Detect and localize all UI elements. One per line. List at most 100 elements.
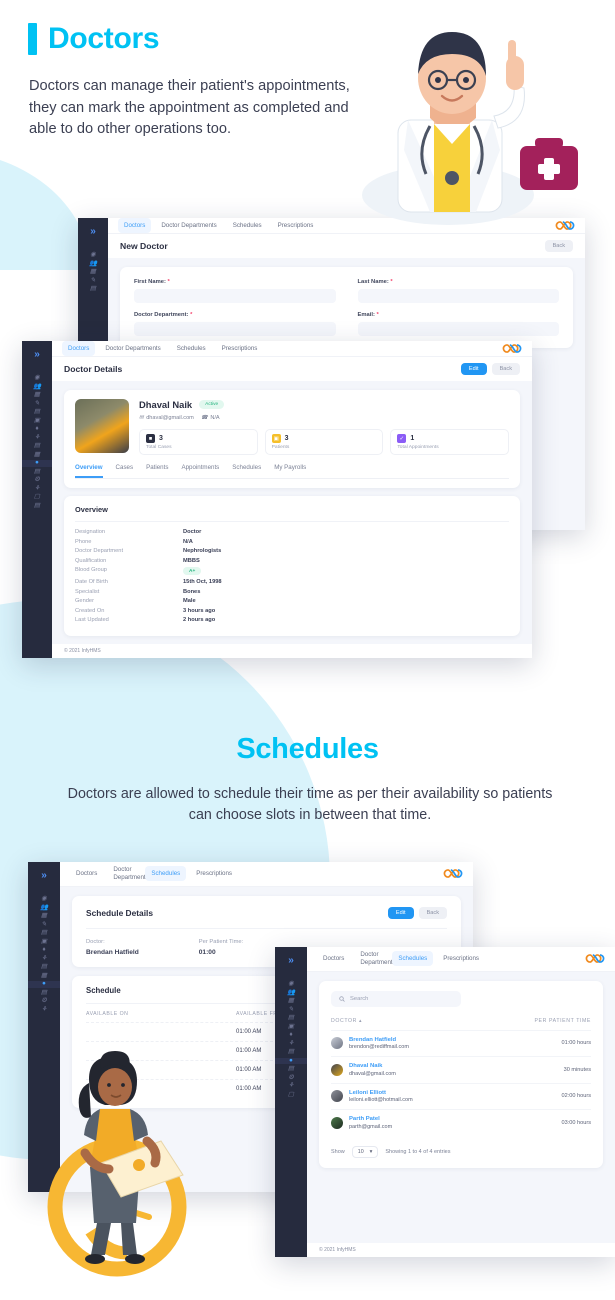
sidebar-item-stethoscope[interactable]: ⚘ [22, 434, 52, 442]
sidebar-item-pencil[interactable]: ✎ [78, 277, 108, 285]
sidebar-item-dashboard[interactable]: ◉ [28, 895, 60, 903]
tab-prescriptions[interactable]: Prescriptions [272, 218, 320, 233]
input-doctor-department[interactable] [134, 322, 336, 336]
sidebar-item-clipboard[interactable]: ▦ [22, 391, 52, 399]
overview-row: Created On 3 hours ago [75, 607, 216, 614]
tab-cases[interactable]: Cases [116, 464, 134, 478]
tab-prescriptions[interactable]: Prescriptions [190, 866, 238, 881]
edit-button[interactable]: Edit [387, 906, 414, 919]
sidebar-item-users[interactable]: 👥 [78, 260, 108, 268]
sidebar-item-document[interactable]: ▤ [28, 929, 60, 937]
sidebar-item-pencil[interactable]: ✎ [28, 921, 60, 929]
tab-doctor-departments[interactable]: Doctor Departments [107, 862, 148, 886]
input-last-name[interactable] [357, 289, 559, 303]
input-email[interactable] [357, 322, 559, 336]
tab-schedules[interactable]: Schedules [145, 866, 187, 882]
list-item[interactable]: Leiloni Elliott leiloni.elliott@hotmail.… [331, 1082, 591, 1110]
tab-schedules[interactable]: Schedules [171, 341, 212, 356]
tab-schedules[interactable]: Schedules [392, 951, 434, 967]
per-patient-time: 01:00 hours [561, 1040, 591, 1047]
list-item[interactable]: Parth Patel parth@gmail.com 03:00 hours [331, 1109, 591, 1136]
doctor-name[interactable]: Parth Patel [349, 1116, 392, 1122]
sidebar-item-clipboard[interactable]: ▦ [275, 997, 307, 1005]
sidebar-item-dashboard[interactable]: ◉ [78, 251, 108, 259]
sidebar-item-drop[interactable]: ♦ [275, 1031, 307, 1039]
sidebar-item-report[interactable]: ▤ [275, 1065, 307, 1073]
tab-doctor-departments[interactable]: Doctor Departments [354, 947, 395, 971]
sidebar-item-drop[interactable]: ♦ [22, 425, 52, 433]
tab-prescriptions[interactable]: Prescriptions [437, 951, 485, 966]
input-first-name[interactable] [134, 289, 336, 303]
col-doctor[interactable]: DOCTOR ▴ [331, 1018, 535, 1024]
sidebar-item-building[interactable]: ▦ [28, 972, 60, 980]
sidebar-item-document[interactable]: ▤ [78, 285, 108, 293]
tab-doctors[interactable]: Doctors [70, 866, 103, 881]
sidebar-item-report[interactable]: ▤ [28, 989, 60, 997]
sidebar-item-users[interactable]: 👥 [28, 904, 60, 912]
tab-patients[interactable]: Patients [146, 464, 168, 478]
tab-prescriptions[interactable]: Prescriptions [216, 341, 264, 356]
sidebar-item-staff[interactable]: ⚘ [22, 485, 52, 493]
entries-per-page-select[interactable]: 10 ▾ [351, 1145, 379, 1158]
sidebar-item-calendar[interactable]: ▣ [22, 417, 52, 425]
sidebar-item-nurse[interactable]: ⚙ [275, 1074, 307, 1082]
sidebar-item-calendar[interactable]: ▣ [28, 938, 60, 946]
sidebar-item-drop[interactable]: ♦ [28, 946, 60, 954]
sidebar-item-invoice[interactable]: ▢ [22, 493, 52, 501]
schedule-doctor-field: Doctor: Brendan Hatfield [86, 938, 139, 956]
doctor-name[interactable]: Dhaval Naik [349, 1063, 396, 1069]
tab-doctors[interactable]: Doctors [317, 951, 350, 966]
tab-my-payrolls[interactable]: My Payrolls [274, 464, 306, 478]
sidebar-item-file[interactable]: ▤ [275, 1048, 307, 1056]
tab-doctors[interactable]: Doctors [62, 341, 96, 356]
sidebar-item-nurse[interactable]: ⚙ [28, 997, 60, 1005]
sidebar-item-stethoscope[interactable]: ⚘ [28, 955, 60, 963]
sidebar-item-users[interactable]: 👥 [275, 989, 307, 997]
sidebar-item-file[interactable]: ▤ [28, 963, 60, 971]
doctor-name[interactable]: Brendan Hatfield [349, 1037, 409, 1043]
sidebar-item-note[interactable]: ▤ [22, 502, 52, 510]
sidebar-item-dashboard[interactable]: ◉ [22, 374, 52, 382]
sidebar-item-clipboard[interactable]: ▦ [78, 268, 108, 276]
sidebar-item-doctor[interactable]: ● [22, 459, 52, 467]
sidebar-item-staff[interactable]: ⚘ [28, 1006, 60, 1014]
tab-doctor-departments[interactable]: Doctor Departments [99, 341, 166, 356]
sidebar-item-report[interactable]: ▤ [22, 468, 52, 476]
sidebar-item-dashboard[interactable]: ◉ [275, 980, 307, 988]
edit-button[interactable]: Edit [460, 363, 487, 375]
sidebar-item-pencil[interactable]: ✎ [22, 400, 52, 408]
sidebar-item-calendar[interactable]: ▣ [275, 1023, 307, 1031]
sidebar-item-doctor[interactable]: ● [275, 1057, 307, 1064]
search-input[interactable]: Search [331, 990, 461, 1007]
tab-doctors[interactable]: Doctors [118, 218, 152, 233]
sidebar-item-doctor[interactable]: ● [28, 980, 60, 988]
sidebar-item-pencil[interactable]: ✎ [275, 1006, 307, 1014]
tab-schedules[interactable]: Schedules [232, 464, 261, 478]
sidebar-item-staff[interactable]: ⚘ [275, 1082, 307, 1090]
sidebar-item-clipboard[interactable]: ▦ [28, 912, 60, 920]
tab-doctor-departments[interactable]: Doctor Departments [155, 218, 222, 233]
sidebar-item-users[interactable]: 👥 [22, 383, 52, 391]
back-button[interactable]: Back [544, 240, 573, 252]
sidebar-item-document[interactable]: ▤ [275, 1014, 307, 1022]
sidebar-item-building[interactable]: ▦ [22, 451, 52, 459]
sidebar-toggle[interactable]: » [22, 341, 52, 367]
sidebar-item-nurse[interactable]: ⚙ [22, 476, 52, 484]
list-item[interactable]: Dhaval Naik dhaval@gmail.com 30 minutes [331, 1056, 591, 1083]
action-buttons: Edit Back [387, 906, 447, 919]
sidebar-item-stethoscope[interactable]: ⚘ [275, 1040, 307, 1048]
sidebar-item-invoice[interactable]: ▢ [275, 1091, 307, 1099]
list-item[interactable]: Brendan Hatfield brendon@rediffmail.com … [331, 1029, 591, 1057]
stat-value: 1 [410, 435, 415, 442]
back-button[interactable]: Back [491, 363, 520, 375]
sidebar-item-document[interactable]: ▤ [22, 408, 52, 416]
sidebar-item-file[interactable]: ▤ [22, 442, 52, 450]
sidebar-toggle[interactable]: » [78, 218, 108, 244]
tab-appointments[interactable]: Appointments [181, 464, 219, 478]
sidebar-toggle[interactable]: » [28, 862, 60, 888]
tab-overview[interactable]: Overview [75, 464, 103, 478]
sidebar-toggle[interactable]: » [275, 947, 307, 973]
back-button[interactable]: Back [418, 906, 447, 919]
doctor-name[interactable]: Leiloni Elliott [349, 1090, 413, 1096]
tab-schedules[interactable]: Schedules [227, 218, 268, 233]
